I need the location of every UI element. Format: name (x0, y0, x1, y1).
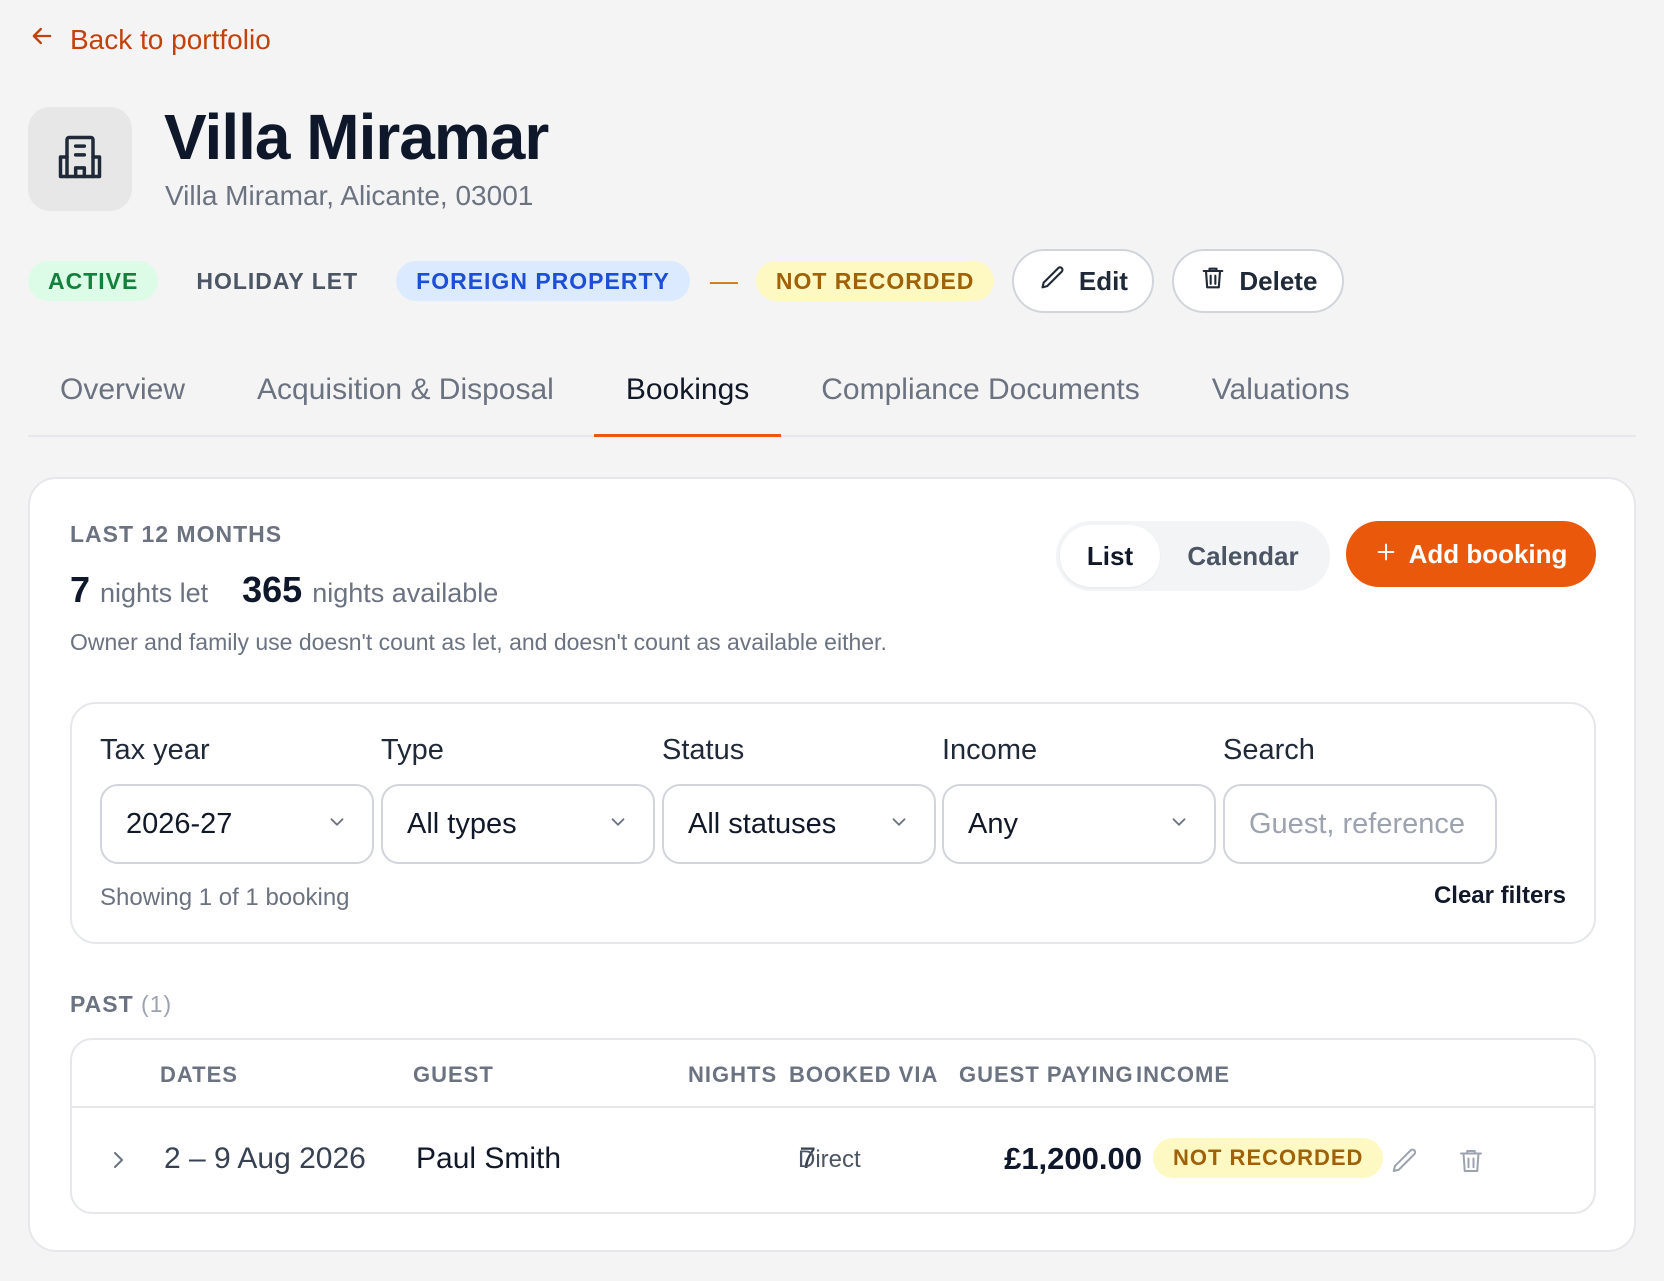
chevron-down-icon (888, 808, 910, 841)
badge-separator: — (709, 265, 738, 296)
status-filter: Status All statuses (662, 734, 936, 864)
tab-valuations[interactable]: Valuations (1180, 355, 1382, 437)
search-filter: Search (1223, 734, 1497, 864)
col-guest: GUEST (413, 1062, 494, 1087)
filters-panel: Tax year 2026-27 Type All types Status A… (70, 702, 1596, 944)
booking-dates: 2 – 9 Aug 2026 (164, 1142, 366, 1175)
bookings-table: DATES GUEST NIGHTS BOOKED VIA GUEST PAYI… (70, 1038, 1596, 1214)
past-count: (1) (141, 991, 173, 1017)
tab-compliance-documents[interactable]: Compliance Documents (789, 355, 1171, 437)
col-guest-paying: GUEST PAYING (959, 1062, 1134, 1087)
tax-year-filter: Tax year 2026-27 (100, 734, 374, 864)
foreign-property-badge: FOREIGN PROPERTY (396, 261, 690, 301)
type-select[interactable]: All types (381, 784, 655, 864)
edit-button[interactable]: Edit (1012, 249, 1155, 313)
type-filter: Type All types (381, 734, 655, 864)
trash-icon (1199, 264, 1227, 299)
nights-summary: 7 nights let 365 nights available (70, 569, 532, 611)
past-section-heading: PAST (1) (70, 991, 172, 1018)
nights-let-value: 7 (70, 569, 91, 610)
booking-via: Direct (798, 1146, 861, 1173)
tab-overview[interactable]: Overview (28, 355, 217, 437)
income-value: Any (968, 807, 1018, 840)
delete-button-label: Delete (1239, 265, 1318, 296)
tab-acquisition-disposal[interactable]: Acquisition & Disposal (225, 355, 586, 437)
col-nights: NIGHTS (688, 1062, 778, 1087)
let-type-badge: HOLIDAY LET (196, 267, 359, 294)
table-header: DATES GUEST NIGHTS BOOKED VIA GUEST PAYI… (72, 1040, 1594, 1108)
expand-row-chevron-icon[interactable] (106, 1146, 130, 1174)
col-income: INCOME (1136, 1062, 1230, 1087)
type-label: Type (381, 734, 444, 766)
tax-year-select[interactable]: 2026-27 (100, 784, 374, 864)
tax-year-value: 2026-27 (126, 807, 233, 840)
not-recorded-badge: NOT RECORDED (755, 261, 995, 301)
status-badge: ACTIVE (28, 261, 159, 301)
period-label: LAST 12 MONTHS (70, 521, 283, 547)
status-value: All statuses (688, 807, 837, 840)
add-booking-label: Add booking (1408, 538, 1568, 569)
nights-available-value: 365 (242, 569, 303, 610)
back-link-label: Back to portfolio (70, 23, 271, 55)
income-status-badge: NOT RECORDED (1153, 1138, 1384, 1178)
nights-available-label: nights available (312, 578, 499, 608)
property-avatar (28, 107, 132, 211)
edit-booking-pencil-icon[interactable] (1390, 1146, 1422, 1178)
view-list-option[interactable]: List (1060, 525, 1160, 587)
search-label: Search (1223, 734, 1315, 766)
add-booking-button[interactable]: Add booking (1346, 521, 1596, 587)
income-filter: Income Any (942, 734, 1216, 864)
type-value: All types (407, 807, 517, 840)
results-count: Showing 1 of 1 booking (100, 884, 350, 911)
back-to-portfolio-link[interactable]: Back to portfolio (28, 22, 271, 57)
edit-button-label: Edit (1078, 265, 1128, 296)
past-heading-label: PAST (70, 991, 134, 1017)
summary-note: Owner and family use doesn't count as le… (70, 629, 887, 655)
tax-year-label: Tax year (100, 734, 210, 766)
booking-income-cell: NOT RECORDED (1153, 1138, 1384, 1178)
tab-bar: Overview Acquisition & Disposal Bookings… (28, 355, 1636, 437)
chevron-down-icon (1168, 808, 1190, 841)
tab-bookings[interactable]: Bookings (593, 355, 782, 437)
status-label: Status (662, 734, 745, 766)
plus-icon (1375, 539, 1397, 570)
booking-guest: Paul Smith (416, 1142, 562, 1175)
view-toggle: List Calendar (1056, 521, 1330, 591)
delete-booking-trash-icon[interactable] (1456, 1146, 1488, 1178)
property-address: Villa Miramar, Alicante, 03001 (165, 180, 534, 211)
table-row[interactable]: 2 – 9 Aug 2026 Paul Smith 7 Direct £1,20… (72, 1108, 1594, 1212)
income-select[interactable]: Any (942, 784, 1216, 864)
income-label: Income (942, 734, 1038, 766)
bookings-card: LAST 12 MONTHS 7 nights let 365 nights a… (28, 477, 1636, 1252)
col-booked-via: BOOKED VIA (789, 1062, 939, 1087)
arrow-left-icon (28, 22, 56, 57)
search-input[interactable] (1223, 784, 1497, 864)
delete-button[interactable]: Delete (1172, 249, 1345, 313)
chevron-down-icon (326, 808, 348, 841)
nights-let-label: nights let (100, 578, 209, 608)
view-calendar-option[interactable]: Calendar (1160, 525, 1326, 587)
page-title: Villa Miramar (164, 101, 549, 173)
badge-row: ACTIVE HOLIDAY LET FOREIGN PROPERTY — NO… (28, 249, 1345, 313)
status-select[interactable]: All statuses (662, 784, 936, 864)
building-icon (54, 131, 106, 188)
chevron-down-icon (607, 808, 629, 841)
pencil-icon (1039, 264, 1067, 299)
clear-filters-button[interactable]: Clear filters (1434, 882, 1566, 910)
booking-guest-paying: £1,200.00 (1004, 1141, 1142, 1176)
col-dates: DATES (160, 1062, 238, 1087)
